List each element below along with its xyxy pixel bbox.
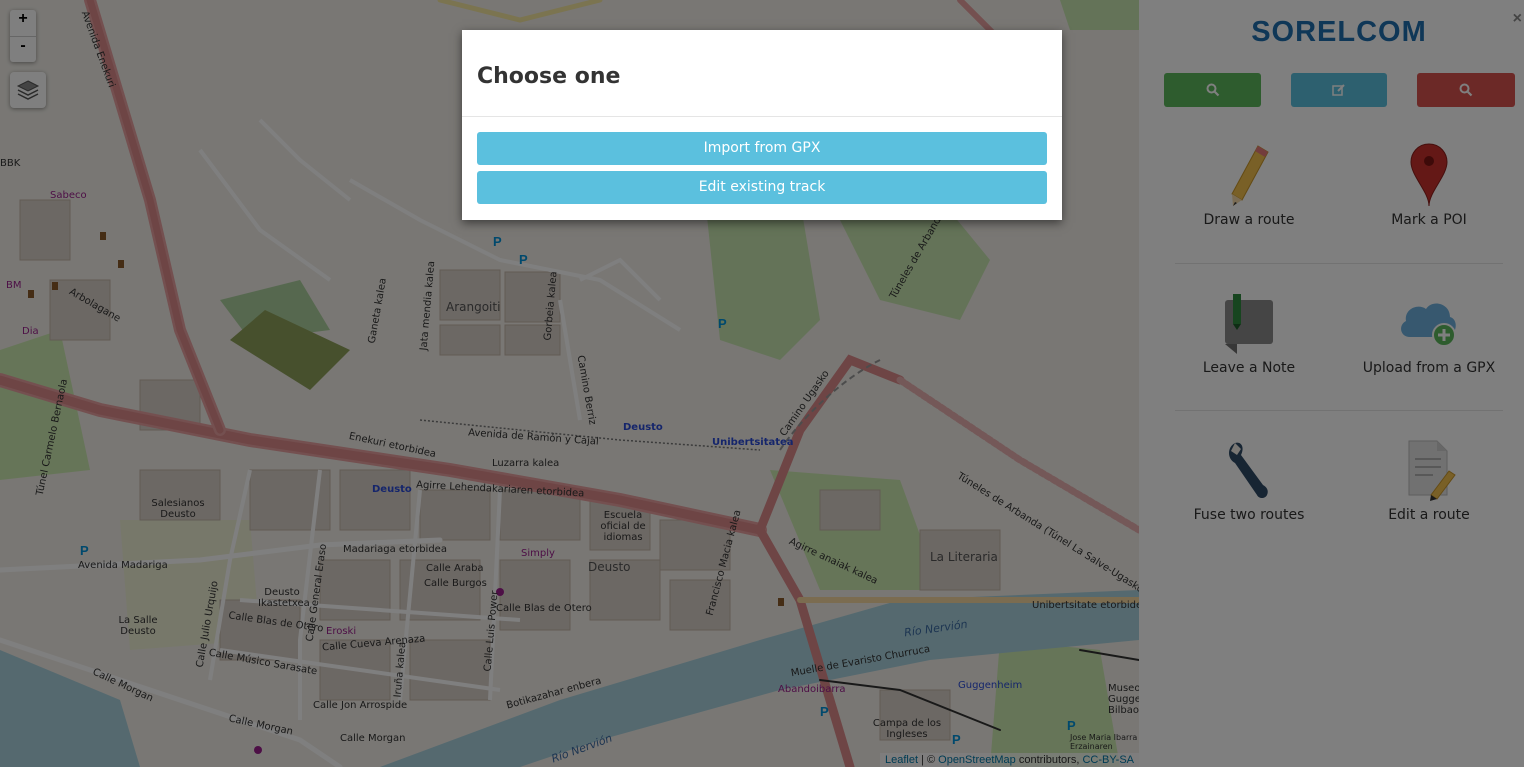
modal-body: Import from GPX Edit existing track [462,117,1062,225]
choose-modal: Choose one Import from GPX Edit existing… [462,30,1062,220]
edit-track-button[interactable]: Edit existing track [477,171,1047,204]
modal-title: Choose one [462,30,1062,117]
import-gpx-button[interactable]: Import from GPX [477,132,1047,165]
